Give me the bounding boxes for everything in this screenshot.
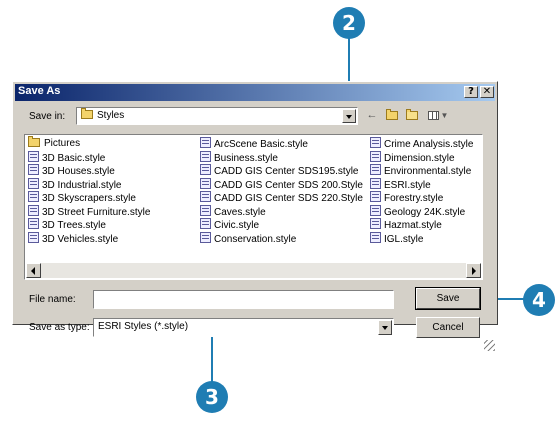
style-file-icon [370, 137, 381, 148]
list-item[interactable]: CADD GIS Center SDS195.style [200, 164, 363, 178]
save-in-value-wrap: Styles [81, 108, 125, 121]
callout-2: 2 [333, 7, 365, 39]
style-file-icon [200, 164, 211, 175]
save-in-label: Save in: [29, 111, 66, 122]
title-bar[interactable]: Save As ? ✕ [15, 84, 495, 101]
save-button[interactable]: Save [415, 287, 481, 310]
file-name-input[interactable] [93, 290, 394, 309]
style-file-icon [200, 218, 211, 229]
style-file-icon [28, 218, 39, 229]
save-as-type-label: Save as type: [29, 322, 90, 333]
style-file-icon [28, 177, 39, 189]
list-item[interactable]: Crime Analysis.style [370, 137, 473, 151]
list-item[interactable]: 3D Vehicles.style [28, 231, 150, 246]
style-file-icon [370, 204, 381, 216]
list-item[interactable]: Environmental.style [370, 164, 473, 178]
style-file-icon [200, 177, 211, 189]
save-in-value: Styles [97, 110, 125, 121]
save-as-type-select[interactable]: ESRI Styles (*.style) [93, 318, 394, 337]
style-file-icon [28, 150, 39, 162]
list-item[interactable]: 3D Trees.style [28, 218, 150, 232]
list-item[interactable]: CADD GIS Center SDS 200.Style [200, 177, 363, 192]
style-file-icon [28, 164, 39, 175]
list-item[interactable]: ESRI.style [370, 177, 473, 192]
style-file-icon [200, 204, 211, 216]
horizontal-scrollbar[interactable] [26, 263, 481, 278]
list-item[interactable]: 3D Skyscrapers.style [28, 191, 150, 205]
dialog-title: Save As [18, 85, 61, 97]
list-item[interactable]: ArcScene Basic.style [200, 137, 363, 151]
cancel-button[interactable]: Cancel [416, 317, 480, 338]
file-list[interactable]: Pictures 3D Basic.style 3D Houses.style … [24, 134, 483, 280]
resize-grip-icon[interactable] [484, 340, 495, 351]
views-menu-icon[interactable]: ▼ [426, 108, 450, 122]
list-item[interactable]: CADD GIS Center SDS 220.Style [200, 191, 363, 205]
file-column-3: Crime Analysis.style Dimension.style Env… [370, 137, 473, 245]
save-as-type-dropdown-button[interactable] [378, 320, 392, 335]
scroll-left-icon[interactable] [26, 263, 41, 278]
folder-icon [81, 108, 93, 119]
style-file-icon [200, 137, 211, 148]
style-file-icon [370, 218, 381, 229]
file-column-1: Pictures 3D Basic.style 3D Houses.style … [28, 136, 150, 246]
save-as-type-value: ESRI Styles (*.style) [98, 321, 189, 332]
list-item[interactable]: Pictures [28, 136, 150, 151]
list-item[interactable]: 3D Houses.style [28, 164, 150, 178]
file-name-label: File name: [29, 294, 76, 305]
list-item[interactable]: Business.style [200, 150, 363, 165]
new-folder-icon[interactable] [404, 108, 420, 122]
style-file-icon [370, 191, 381, 202]
help-button[interactable]: ? [464, 86, 478, 98]
style-file-icon [370, 150, 381, 162]
style-file-icon [370, 164, 381, 175]
style-file-icon [200, 231, 211, 243]
scroll-right-icon[interactable] [466, 263, 481, 278]
file-column-2: ArcScene Basic.style Business.style CADD… [200, 137, 363, 245]
save-in-dropdown-button[interactable] [342, 109, 356, 123]
list-item[interactable]: 3D Industrial.style [28, 177, 150, 192]
callout-3: 3 [196, 381, 228, 413]
list-item[interactable]: Civic.style [200, 218, 363, 232]
style-file-icon [28, 231, 39, 243]
list-item[interactable]: Dimension.style [370, 150, 473, 165]
style-file-icon [28, 204, 39, 216]
list-item[interactable]: Forestry.style [370, 191, 473, 205]
list-item[interactable]: IGL.style [370, 231, 473, 246]
back-icon[interactable]: ← [364, 108, 380, 122]
style-file-icon [370, 177, 381, 189]
list-item[interactable]: 3D Street Furniture.style [28, 204, 150, 219]
list-item[interactable]: Conservation.style [200, 231, 363, 246]
list-item[interactable]: Geology 24K.style [370, 204, 473, 219]
style-file-icon [370, 231, 381, 243]
style-file-icon [200, 191, 211, 202]
callout-4: 4 [523, 284, 555, 316]
close-button[interactable]: ✕ [480, 86, 494, 98]
list-item[interactable]: 3D Basic.style [28, 150, 150, 165]
save-in-combo[interactable]: Styles [76, 107, 358, 125]
style-file-icon [200, 150, 211, 162]
style-file-icon [28, 191, 39, 202]
list-item[interactable]: Caves.style [200, 204, 363, 219]
up-folder-icon[interactable] [384, 108, 400, 122]
folder-icon [28, 136, 40, 147]
list-item[interactable]: Hazmat.style [370, 218, 473, 232]
